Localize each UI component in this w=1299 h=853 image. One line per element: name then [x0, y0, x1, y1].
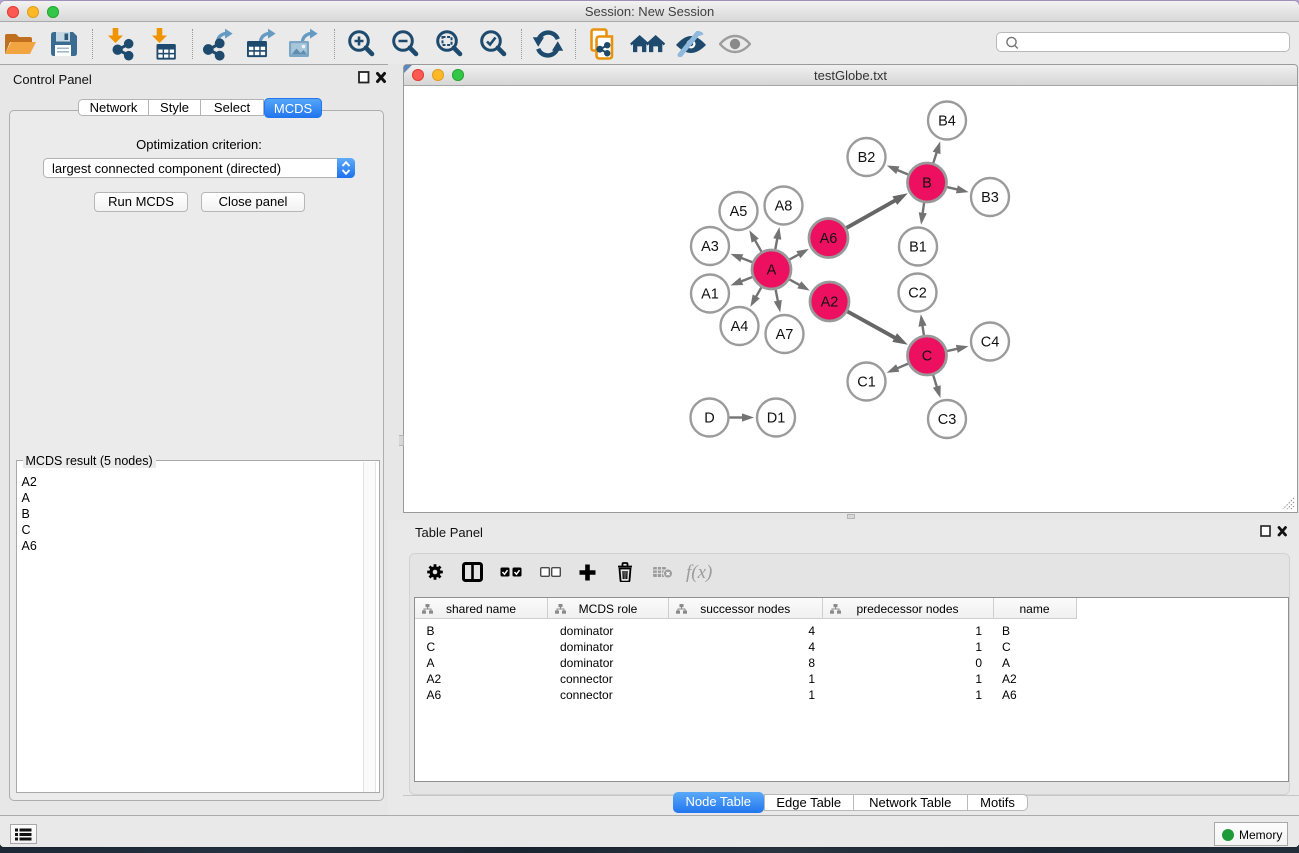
svg-text:A2: A2	[821, 295, 839, 311]
svg-text:B4: B4	[938, 114, 956, 130]
svg-text:B2: B2	[858, 150, 876, 166]
svg-text:C1: C1	[857, 375, 876, 391]
svg-text:C: C	[922, 349, 932, 365]
svg-text:C3: C3	[938, 412, 957, 428]
svg-text:A3: A3	[701, 239, 719, 255]
svg-text:D1: D1	[767, 411, 786, 427]
svg-text:A5: A5	[730, 204, 748, 220]
svg-text:C2: C2	[908, 286, 927, 302]
svg-text:A1: A1	[701, 287, 719, 303]
svg-text:B: B	[922, 176, 932, 192]
svg-text:A6: A6	[820, 231, 838, 247]
svg-text:D: D	[704, 411, 714, 427]
svg-text:A: A	[767, 263, 777, 279]
svg-text:B1: B1	[909, 240, 927, 256]
svg-text:C4: C4	[981, 335, 1000, 351]
svg-text:A7: A7	[776, 327, 794, 343]
svg-text:A8: A8	[775, 199, 793, 215]
svg-text:B3: B3	[981, 190, 999, 206]
svg-text:f(x): f(x)	[686, 562, 712, 583]
svg-text:A4: A4	[731, 319, 749, 335]
